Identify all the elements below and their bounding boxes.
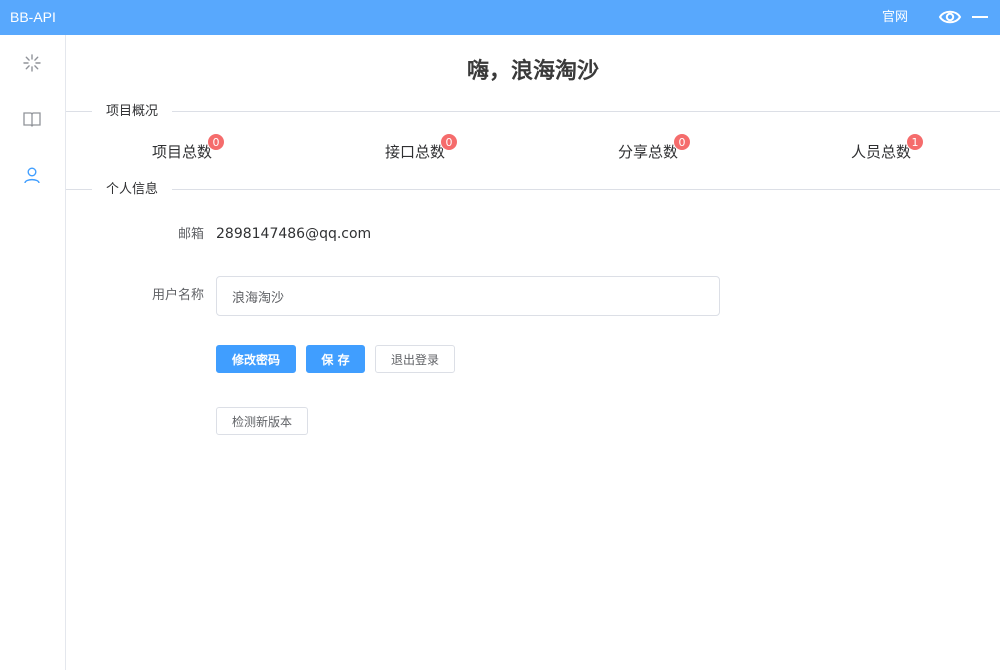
stat-apis: 接口总数 0 [385, 133, 458, 162]
count-badge: 0 [207, 133, 225, 151]
stat-label: 人员总数 [851, 143, 912, 161]
section-title-overview: 项目概况 [92, 104, 173, 120]
email-label: 邮箱 [177, 227, 204, 242]
username-input[interactable] [216, 276, 720, 316]
stat-projects: 项目总数 0 [152, 133, 225, 162]
stat-label: 接口总数 [385, 143, 446, 161]
count-badge: 1 [906, 133, 924, 151]
email-value: 2898147486@qq.com [216, 226, 372, 242]
logout-button[interactable]: 退出登录 [375, 345, 455, 373]
book-icon [23, 111, 41, 131]
change-password-button[interactable]: 修改密码 [216, 345, 296, 373]
official-site-link[interactable]: 官网 [882, 10, 908, 26]
top-bar: BB-API 官网 [0, 0, 1000, 35]
count-badge: 0 [440, 133, 458, 151]
loading-icon [23, 54, 41, 76]
app-title: BB-API [10, 9, 56, 25]
section-title-personal: 个人信息 [92, 182, 173, 198]
sidebar-item-docs[interactable] [20, 109, 44, 133]
sidebar-item-loading[interactable] [20, 53, 44, 77]
section-divider-personal [66, 189, 1000, 190]
sidebar [0, 35, 66, 670]
user-icon [23, 166, 41, 188]
stat-shares: 分享总数 0 [618, 133, 691, 162]
check-version-button[interactable]: 检测新版本 [216, 407, 308, 435]
eye-icon[interactable] [938, 7, 962, 27]
count-badge: 0 [673, 133, 691, 151]
stat-label: 项目总数 [152, 143, 213, 161]
sidebar-item-user[interactable] [20, 165, 44, 189]
username-label: 用户名称 [151, 288, 204, 303]
section-divider-overview [66, 111, 1000, 112]
page-title: 嗨，浪海淘沙 [466, 59, 599, 84]
minimize-icon[interactable] [970, 7, 990, 27]
save-button[interactable]: 保 存 [306, 345, 365, 373]
stat-label: 分享总数 [618, 143, 679, 161]
stat-members: 人员总数 1 [851, 133, 924, 162]
